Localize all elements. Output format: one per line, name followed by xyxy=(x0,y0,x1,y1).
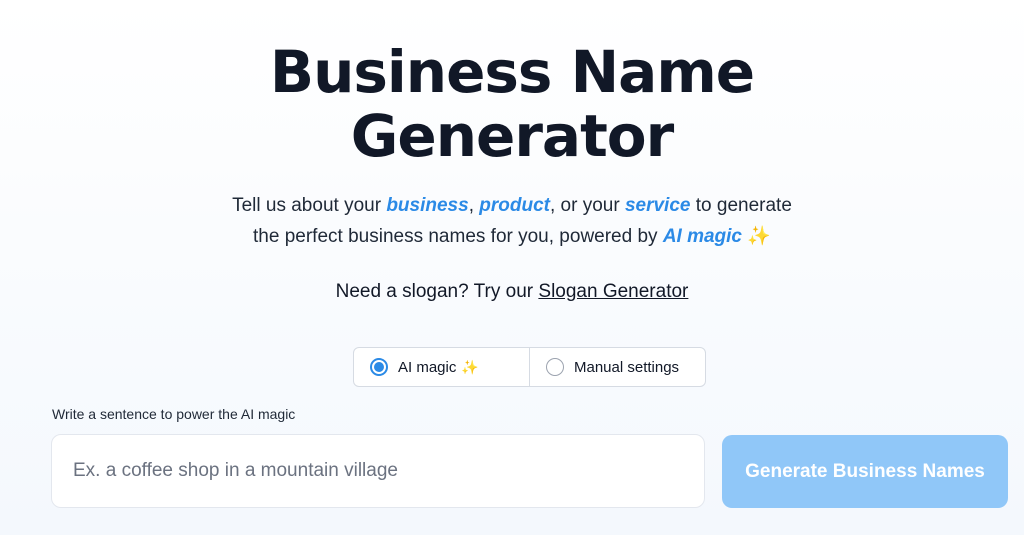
page-title-line-2: Generator xyxy=(350,102,674,170)
keyword-product: product xyxy=(479,195,550,216)
generate-business-names-button[interactable]: Generate Business Names xyxy=(722,435,1008,508)
mode-option-label: AI magic xyxy=(398,358,457,376)
business-description-input[interactable] xyxy=(51,434,705,508)
subtitle-text: Tell us about your xyxy=(232,195,387,216)
page-title-line-1: Business Name xyxy=(269,38,755,106)
mode-option-label: Manual settings xyxy=(574,358,680,376)
keyword-business: business xyxy=(386,195,469,216)
subtitle-text: the perfect business names for you, powe… xyxy=(253,226,663,247)
slogan-prompt-text: Need a slogan? Try our xyxy=(335,281,539,302)
mode-toggle: AI magic ✨ Manual settings xyxy=(353,347,706,387)
subtitle-text: , or your xyxy=(549,195,625,216)
prompt-label: Write a sentence to power the AI magic xyxy=(52,406,296,422)
radio-checked-icon[interactable] xyxy=(370,358,388,376)
slogan-prompt: Need a slogan? Try our Slogan Generator xyxy=(0,281,1024,303)
page-subtitle: Tell us about your business, product, or… xyxy=(0,190,1024,252)
sparkle-icon: ✨ xyxy=(747,226,771,247)
keyword-service: service xyxy=(624,195,691,216)
sparkle-icon: ✨ xyxy=(461,358,479,375)
page-title: Business Name Generator xyxy=(0,40,1024,168)
radio-unchecked-icon[interactable] xyxy=(546,358,564,376)
slogan-generator-link[interactable]: Slogan Generator xyxy=(538,281,688,302)
subtitle-text: , xyxy=(468,195,480,216)
keyword-ai-magic: AI magic xyxy=(662,226,743,247)
mode-option-ai-magic[interactable]: AI magic ✨ xyxy=(354,348,529,386)
subtitle-text: to generate xyxy=(690,195,792,216)
mode-option-manual-settings[interactable]: Manual settings xyxy=(529,348,705,386)
